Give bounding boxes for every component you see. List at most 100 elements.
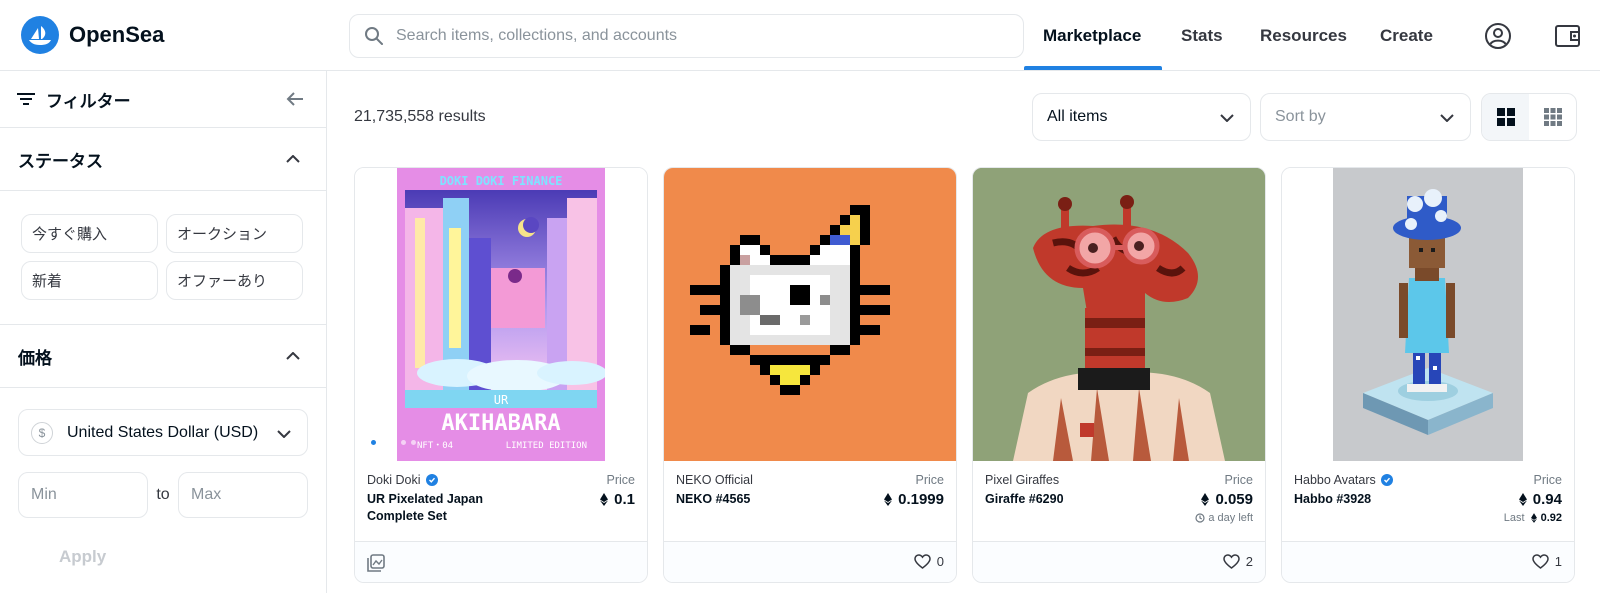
eth-icon	[600, 493, 609, 506]
nft-image[interactable]	[664, 168, 956, 461]
card-footer: 2	[973, 541, 1265, 582]
eth-icon	[1530, 513, 1537, 523]
verified-icon	[1380, 474, 1393, 486]
verified-icon	[425, 474, 438, 486]
search-bar[interactable]	[349, 14, 1024, 58]
nav-resources[interactable]: Resources	[1260, 0, 1347, 71]
nft-card[interactable]: Pixel Giraffes Giraffe #6290 Price 0.059…	[972, 167, 1266, 583]
status-section-header[interactable]: ステータス	[0, 128, 326, 191]
search-input[interactable]	[396, 27, 976, 45]
price-value: 0.94	[1518, 491, 1562, 508]
item-name[interactable]: Giraffe #6290	[985, 491, 1155, 508]
item-name[interactable]: NEKO #4565	[676, 491, 846, 508]
results-count: 21,735,558 results	[354, 108, 486, 125]
price-value: 0.1	[600, 491, 635, 508]
carousel-dots[interactable]	[371, 440, 416, 445]
status-auction[interactable]: オークション	[166, 214, 303, 253]
price-title: 価格	[18, 348, 52, 368]
price-label: Price	[606, 473, 635, 487]
bundle-icon	[367, 554, 385, 572]
opensea-logo[interactable]: OpenSea	[21, 16, 164, 54]
nft-image[interactable]: DOKI DOKI FINANCE UR AKIHABARA NFT・04 LI…	[355, 168, 647, 461]
favorite-button[interactable]: 0	[914, 554, 944, 569]
nav-create[interactable]: Create	[1380, 0, 1433, 71]
nav-stats[interactable]: Stats	[1181, 0, 1223, 71]
apply-button[interactable]: Apply	[59, 547, 106, 567]
like-count: 2	[1245, 554, 1253, 569]
status-has-offers[interactable]: オファーあり	[166, 261, 303, 300]
small-grid-icon	[1543, 108, 1562, 126]
opensea-logo-icon	[21, 16, 59, 54]
dollar-icon: $	[31, 421, 53, 444]
active-nav-indicator	[1024, 66, 1162, 70]
status-title: ステータス	[18, 151, 103, 171]
auction-time-left: a day left	[1195, 512, 1253, 524]
nft-card[interactable]: NEKO Official NEKO #4565 Price 0.1999 0	[663, 167, 957, 583]
min-price-input[interactable]	[18, 472, 148, 518]
max-price-input[interactable]	[178, 472, 308, 518]
favorite-button[interactable]: 1	[1532, 554, 1562, 569]
price-label: Price	[915, 473, 944, 487]
chevron-up-icon	[286, 155, 300, 163]
price-value: 0.059	[1201, 491, 1253, 508]
artwork-sub-left: NFT・04	[417, 441, 453, 451]
account-icon[interactable]	[1482, 20, 1514, 52]
collection-name[interactable]: NEKO Official	[676, 473, 753, 487]
status-options: 今すぐ購入 オークション 新着 オファーあり	[0, 191, 326, 325]
artwork-tag: UR	[494, 393, 509, 407]
card-footer: 0	[664, 541, 956, 582]
artwork-top-text: DOKI DOKI FINANCE	[440, 174, 563, 188]
currency-select[interactable]: $ United States Dollar (USD)	[18, 409, 308, 456]
filter-title: フィルター	[46, 91, 131, 111]
item-name[interactable]: UR Pixelated Japan Complete Set	[367, 491, 537, 525]
price-label: Price	[1224, 473, 1253, 487]
last-sale-label: Last	[1503, 512, 1525, 524]
collapse-arrow-icon[interactable]	[286, 91, 304, 107]
like-count: 1	[1554, 554, 1562, 569]
nft-image[interactable]	[973, 168, 1265, 461]
heart-icon	[914, 554, 931, 569]
sort-select[interactable]: Sort by	[1260, 93, 1471, 141]
nft-image[interactable]	[1282, 168, 1574, 461]
eth-icon	[1518, 493, 1527, 506]
chevron-up-icon	[286, 352, 300, 360]
neko-artwork	[690, 204, 890, 395]
status-new[interactable]: 新着	[21, 261, 158, 300]
card-footer	[355, 541, 647, 582]
filter-sidebar: フィルター ステータス 今すぐ購入 オークション 新着 オファーあり 価格 $ …	[0, 71, 327, 593]
collection-name[interactable]: Doki Doki	[367, 473, 438, 487]
nft-card[interactable]: Habbo Avatars Habbo #3928 Price 0.94 Las…	[1281, 167, 1575, 583]
last-sale: Last 0.92	[1504, 512, 1562, 524]
items-filter-select[interactable]: All items	[1032, 93, 1251, 141]
favorite-button[interactable]: 2	[1223, 554, 1253, 569]
large-grid-button[interactable]	[1482, 94, 1529, 140]
status-buy-now[interactable]: 今すぐ購入	[21, 214, 158, 253]
card-footer: 1	[1282, 541, 1574, 582]
range-to-label: to	[156, 486, 170, 503]
collection-name[interactable]: Pixel Giraffes	[985, 473, 1059, 487]
currency-value: United States Dollar (USD)	[67, 423, 259, 441]
like-count: 0	[936, 554, 944, 569]
last-sale-value: 0.92	[1540, 512, 1562, 524]
wallet-icon[interactable]	[1552, 20, 1584, 52]
top-navbar: OpenSea Marketplace Stats Resources Crea…	[0, 0, 1600, 71]
search-icon	[365, 27, 383, 45]
price-section-header[interactable]: 価格	[0, 325, 326, 388]
nav-marketplace[interactable]: Marketplace	[1043, 0, 1141, 71]
brand-name: OpenSea	[69, 22, 165, 47]
giraffe-artwork	[973, 168, 1265, 461]
clock-icon	[1195, 513, 1205, 523]
small-grid-button[interactable]	[1529, 94, 1576, 140]
artwork-title: AKIHABARA	[441, 411, 560, 436]
items-filter-value: All items	[1047, 108, 1108, 125]
large-grid-icon	[1496, 108, 1515, 126]
chevron-down-icon	[277, 430, 291, 438]
chevron-down-icon	[1440, 114, 1454, 122]
sort-placeholder: Sort by	[1275, 108, 1326, 125]
filter-header: フィルター	[0, 71, 326, 128]
collection-name[interactable]: Habbo Avatars	[1294, 473, 1393, 487]
nft-card[interactable]: DOKI DOKI FINANCE UR AKIHABARA NFT・04 LI…	[354, 167, 648, 583]
eth-icon	[1201, 493, 1210, 506]
price-range: to	[18, 472, 326, 518]
item-name[interactable]: Habbo #3928	[1294, 491, 1464, 508]
